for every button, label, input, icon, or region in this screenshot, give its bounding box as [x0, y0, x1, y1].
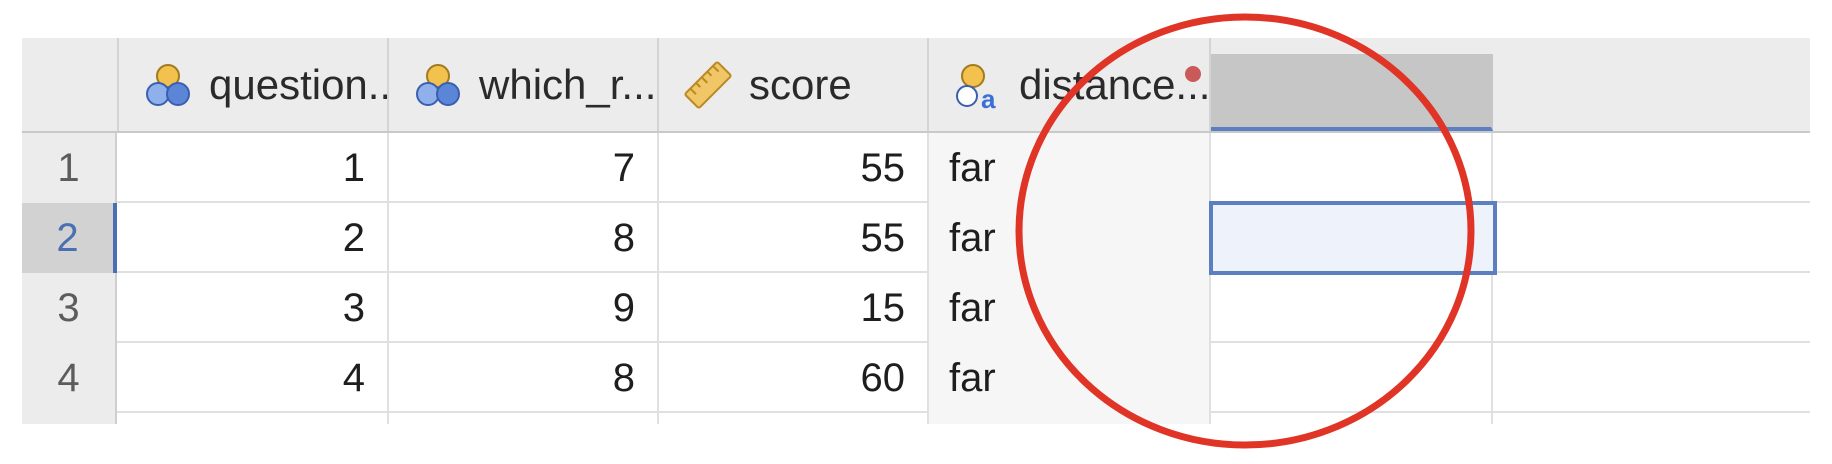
table-cell[interactable]: far: [929, 133, 1211, 203]
row-number[interactable]: 4: [22, 343, 117, 413]
table-cell[interactable]: [389, 413, 659, 424]
table-cell[interactable]: [659, 413, 929, 424]
table-cell[interactable]: 55: [659, 133, 929, 203]
row-number[interactable]: [22, 413, 117, 424]
table-cell[interactable]: 1: [119, 133, 389, 203]
table-cell[interactable]: 7: [389, 133, 659, 203]
column-header-question[interactable]: question...: [119, 38, 389, 131]
column-name: question...: [209, 60, 389, 108]
row-number[interactable]: 1: [22, 133, 117, 203]
table-cell[interactable]: 3: [119, 273, 389, 343]
nominal-variable-icon: [146, 63, 190, 106]
column-name: score: [749, 60, 852, 108]
table-cell[interactable]: far: [929, 273, 1211, 343]
table-row: 2 2 8 55 far: [22, 203, 1810, 273]
table-row: 4 4 8 60 far: [22, 343, 1810, 413]
data-grid: question... which_r... score a distance.…: [22, 38, 1810, 424]
table-row: 1 1 7 55 far: [22, 133, 1810, 203]
table-cell[interactable]: [1211, 133, 1493, 203]
table-cell[interactable]: [119, 413, 389, 424]
spreadsheet-view: question... which_r... score a distance.…: [0, 0, 1832, 464]
table-cell[interactable]: 60: [659, 343, 929, 413]
table-cell[interactable]: [1211, 273, 1493, 343]
table-cell[interactable]: 15: [659, 273, 929, 343]
column-name: distance...: [1019, 60, 1211, 108]
column-header-which-r[interactable]: which_r...: [389, 38, 659, 131]
column-header-row: question... which_r... score a distance.…: [22, 38, 1810, 133]
table-cell[interactable]: 2: [119, 203, 389, 273]
nominal-text-variable-icon: a: [956, 63, 996, 112]
table-cell[interactable]: [1211, 413, 1493, 424]
table-cell[interactable]: [929, 413, 1211, 424]
table-row-partial: [22, 413, 1810, 424]
table-cell[interactable]: [1211, 343, 1493, 413]
table-cell[interactable]: far: [929, 203, 1211, 273]
modified-indicator-dot: [1185, 66, 1201, 82]
table-cell[interactable]: 4: [119, 343, 389, 413]
active-cell-selection[interactable]: [1209, 201, 1497, 275]
table-cell[interactable]: 8: [389, 203, 659, 273]
column-header-distance[interactable]: a distance...: [929, 38, 1211, 131]
table-cell[interactable]: far: [929, 343, 1211, 413]
table-cell[interactable]: 55: [659, 203, 929, 273]
table-cell[interactable]: 9: [389, 273, 659, 343]
svg-text:a: a: [981, 84, 996, 112]
table-row: 3 3 9 15 far: [22, 273, 1810, 343]
column-name: which_r...: [479, 60, 657, 108]
row-number-selected[interactable]: 2: [22, 203, 117, 273]
corner-header[interactable]: [22, 38, 119, 131]
nominal-variable-icon: [416, 63, 460, 106]
column-header-score[interactable]: score: [659, 38, 929, 131]
scale-ruler-icon: [684, 60, 732, 109]
column-header-empty[interactable]: [1211, 54, 1493, 131]
row-number[interactable]: 3: [22, 273, 117, 343]
table-cell[interactable]: 8: [389, 343, 659, 413]
